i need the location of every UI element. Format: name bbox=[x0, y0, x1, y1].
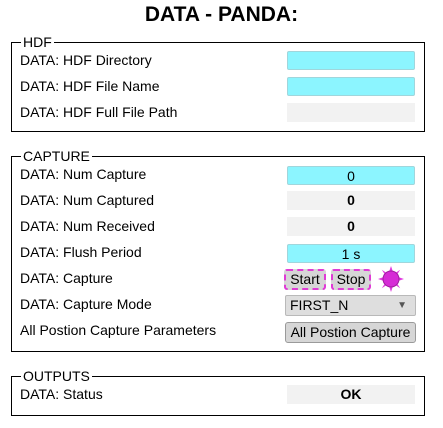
hdf-file-name-label: DATA: HDF File Name bbox=[20, 78, 160, 94]
flush-period-input[interactable]: 1 s bbox=[287, 244, 415, 263]
chevron-down-icon: ▼ bbox=[397, 300, 407, 311]
num-capture-label: DATA: Num Capture bbox=[20, 166, 147, 182]
capture-label: DATA: Capture bbox=[20, 270, 113, 286]
num-captured-readback: 0 bbox=[287, 191, 415, 210]
capture-stop-button[interactable]: Stop bbox=[331, 269, 371, 290]
hdf-full-path-readback bbox=[287, 103, 415, 122]
hdf-directory-label: DATA: HDF Directory bbox=[20, 52, 152, 68]
capture-mode-value: FIRST_N bbox=[290, 297, 349, 313]
num-capture-input[interactable]: 0 bbox=[287, 166, 415, 185]
capture-group: CAPTURE DATA: Num Capture 0 DATA: Num Ca… bbox=[11, 148, 425, 352]
all-position-capture-button[interactable]: All Postion Capture bbox=[285, 322, 416, 343]
num-received-label: DATA: Num Received bbox=[20, 218, 155, 234]
capture-status-led-icon bbox=[378, 266, 404, 292]
capture-legend: CAPTURE bbox=[21, 148, 92, 164]
hdf-full-path-label: DATA: HDF Full File Path bbox=[20, 104, 178, 120]
status-label: DATA: Status bbox=[20, 386, 103, 402]
num-captured-label: DATA: Num Captured bbox=[20, 192, 155, 208]
hdf-file-name-input[interactable] bbox=[287, 77, 415, 96]
num-received-readback: 0 bbox=[287, 217, 415, 236]
capture-mode-select[interactable]: FIRST_N ▼ bbox=[285, 295, 416, 316]
status-readback: OK bbox=[287, 385, 415, 404]
all-position-label: All Postion Capture Parameters bbox=[20, 322, 217, 338]
hdf-legend: HDF bbox=[21, 34, 54, 50]
capture-mode-label: DATA: Capture Mode bbox=[20, 296, 152, 312]
hdf-group: HDF DATA: HDF Directory DATA: HDF File N… bbox=[11, 34, 425, 132]
flush-period-label: DATA: Flush Period bbox=[20, 244, 142, 260]
outputs-legend: OUTPUTS bbox=[21, 368, 92, 384]
capture-start-button[interactable]: Start bbox=[284, 269, 326, 290]
outputs-group: OUTPUTS DATA: Status OK bbox=[11, 368, 425, 416]
hdf-directory-input[interactable] bbox=[287, 51, 415, 70]
page-title: DATA - PANDA: bbox=[144, 3, 299, 26]
